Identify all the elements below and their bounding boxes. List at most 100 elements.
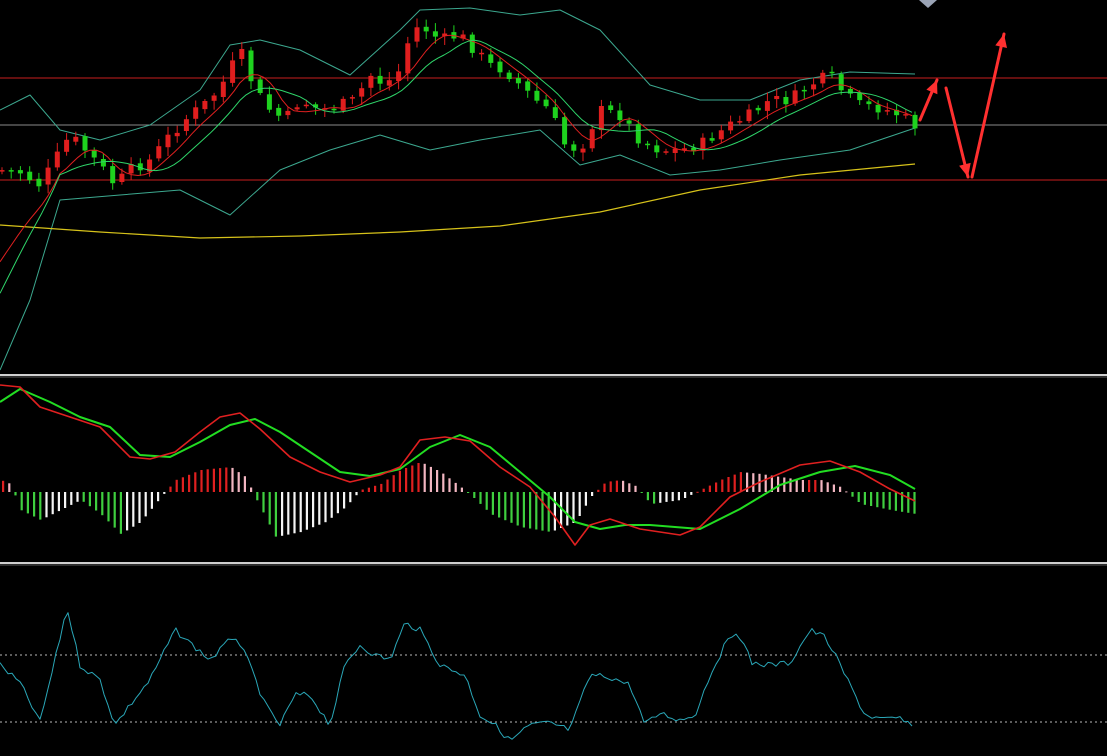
candle-body bbox=[285, 110, 291, 116]
candle-body bbox=[755, 107, 761, 111]
macd-histogram-bar bbox=[795, 479, 798, 492]
macd-histogram-bar bbox=[609, 481, 612, 492]
macd-histogram-bar bbox=[39, 492, 42, 520]
macd-histogram-bar bbox=[225, 467, 228, 492]
candle-body bbox=[875, 104, 881, 113]
macd-histogram-bar bbox=[516, 492, 519, 526]
candle-body bbox=[801, 89, 807, 92]
candle-body bbox=[562, 117, 568, 145]
macd-histogram-bar bbox=[715, 482, 718, 492]
macd-histogram-bar bbox=[851, 492, 854, 497]
macd-histogram-bar bbox=[256, 492, 259, 501]
macd-histogram-bar bbox=[442, 473, 445, 492]
candle-body bbox=[110, 166, 116, 184]
macd-histogram-bar bbox=[169, 486, 172, 492]
candle-body bbox=[571, 144, 577, 151]
macd-histogram-bar bbox=[101, 492, 104, 516]
candle-body bbox=[617, 110, 623, 121]
macd-histogram-bar bbox=[870, 492, 873, 506]
candle-body bbox=[239, 49, 245, 59]
macd-histogram-bar bbox=[622, 480, 625, 492]
macd-histogram-bar bbox=[126, 492, 129, 531]
macd-histogram-bar bbox=[671, 492, 674, 502]
macd-histogram-bar bbox=[591, 492, 594, 496]
candle-body bbox=[728, 121, 734, 131]
macd-histogram-bar bbox=[14, 492, 17, 496]
candle-body bbox=[663, 151, 669, 153]
macd-histogram-bar bbox=[163, 492, 166, 494]
macd-histogram-bar bbox=[696, 491, 699, 493]
candle-body bbox=[294, 107, 300, 110]
macd-histogram-bar bbox=[88, 492, 91, 507]
macd-histogram-bar bbox=[287, 492, 290, 535]
candle-body bbox=[17, 170, 23, 174]
candle-body bbox=[811, 84, 817, 90]
candle-body bbox=[746, 109, 752, 122]
macd-histogram-bar bbox=[330, 492, 333, 518]
macd-histogram-bar bbox=[405, 468, 408, 492]
macd-histogram-bar bbox=[634, 485, 637, 492]
candle-body bbox=[257, 79, 263, 93]
macd-histogram-bar bbox=[839, 486, 842, 492]
macd-histogram-bar bbox=[113, 492, 116, 528]
macd-histogram-bar bbox=[721, 479, 724, 492]
candle-body bbox=[54, 151, 60, 168]
macd-histogram-bar bbox=[659, 492, 662, 503]
chart-canvas bbox=[0, 0, 1107, 752]
macd-histogram-bar bbox=[665, 492, 668, 502]
candle-body bbox=[368, 75, 374, 88]
stock-chart bbox=[0, 0, 1107, 752]
candle-body bbox=[829, 71, 835, 74]
candle-body bbox=[764, 101, 770, 111]
macd-histogram-bar bbox=[597, 489, 600, 492]
macd-histogram-bar bbox=[578, 492, 581, 516]
macd-histogram-bar bbox=[473, 492, 476, 498]
macd-histogram-bar bbox=[603, 483, 606, 492]
candle-body bbox=[709, 138, 715, 141]
macd-histogram-bar bbox=[119, 492, 122, 534]
candle-body bbox=[635, 124, 641, 144]
candle-body bbox=[718, 130, 724, 140]
macd-histogram-bar bbox=[157, 492, 160, 502]
candle-body bbox=[230, 60, 236, 83]
macd-histogram-bar bbox=[820, 480, 823, 492]
macd-histogram-bar bbox=[20, 492, 23, 511]
candle-body bbox=[193, 107, 199, 119]
candle-body bbox=[91, 150, 97, 158]
candle-body bbox=[73, 136, 79, 142]
macd-histogram-bar bbox=[448, 478, 451, 492]
candle-body bbox=[377, 75, 383, 84]
candle-body bbox=[525, 81, 531, 91]
candle-body bbox=[8, 170, 14, 172]
candle-body bbox=[654, 145, 660, 153]
candle-body bbox=[266, 94, 272, 110]
candle-body bbox=[156, 146, 162, 159]
macd-histogram-bar bbox=[8, 483, 11, 492]
macd-histogram-bar bbox=[281, 492, 284, 536]
macd-histogram-bar bbox=[690, 492, 693, 495]
macd-histogram-bar bbox=[262, 492, 265, 513]
macd-histogram-bar bbox=[876, 492, 879, 508]
macd-histogram-bar bbox=[206, 469, 209, 492]
candle-body bbox=[183, 119, 189, 131]
macd-histogram-bar bbox=[764, 474, 767, 492]
candle-body bbox=[552, 107, 558, 118]
candle-body bbox=[534, 90, 540, 101]
macd-histogram-bar bbox=[318, 492, 321, 525]
macd-histogram-bar bbox=[814, 480, 817, 492]
macd-histogram-bar bbox=[628, 483, 631, 492]
candle-body bbox=[82, 136, 88, 151]
macd-histogram-bar bbox=[882, 492, 885, 509]
macd-histogram-bar bbox=[857, 492, 860, 502]
macd-histogram-bar bbox=[423, 463, 426, 492]
macd-histogram-bar bbox=[646, 492, 649, 501]
macd-histogram-bar bbox=[479, 492, 482, 504]
macd-histogram-bar bbox=[845, 491, 848, 493]
candle-body bbox=[331, 108, 337, 111]
macd-histogram-bar bbox=[677, 492, 680, 501]
macd-histogram-bar bbox=[380, 483, 383, 492]
macd-histogram-bar bbox=[553, 492, 556, 531]
macd-histogram-bar bbox=[522, 492, 525, 528]
macd-histogram-bar bbox=[274, 492, 277, 537]
macd-histogram-bar bbox=[826, 482, 829, 492]
